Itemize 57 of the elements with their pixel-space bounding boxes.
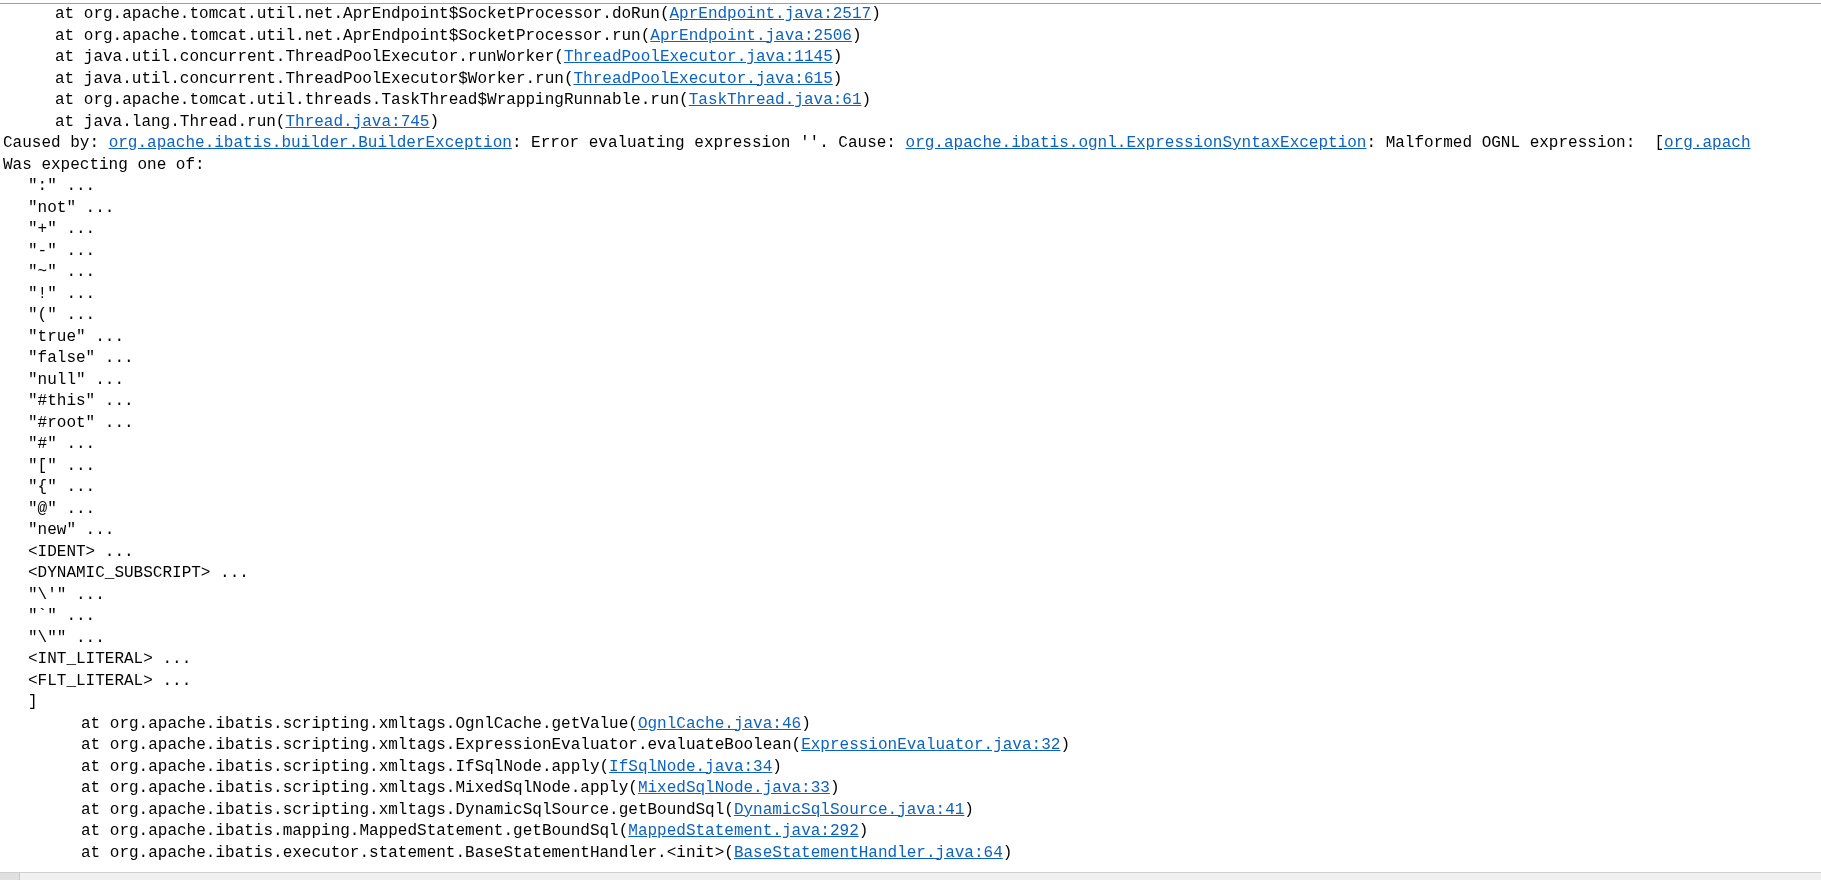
log-line: "@" ... bbox=[28, 499, 96, 518]
log-line: Was expecting one of: bbox=[3, 155, 205, 174]
source-link[interactable]: AprEndpoint.java:2506 bbox=[650, 26, 852, 45]
log-line: at org.apache.ibatis.scripting.xmltags.MixedSqlNode.apply(MixedSqlNode.java:33) bbox=[81, 779, 840, 797]
source-link[interactable]: BaseStatementHandler.java:64 bbox=[733, 843, 1003, 862]
source-link[interactable]: AprEndpoint.java:2517 bbox=[669, 5, 872, 23]
log-line: "~" ... bbox=[28, 263, 96, 281]
log-line: <INT_LITERAL> ... bbox=[28, 650, 192, 668]
source-link[interactable]: TaskThread.java:61 bbox=[688, 91, 862, 109]
source-link[interactable]: MappedStatement.java:292 bbox=[628, 822, 859, 840]
log-line: "`" ... bbox=[28, 607, 96, 625]
log-line: ":" ... bbox=[28, 177, 96, 195]
log-line: "#this" ... bbox=[28, 392, 134, 410]
source-link[interactable]: MixedSqlNode.java:33 bbox=[637, 779, 830, 797]
log-line: at org.apache.ibatis.mapping.MappedStatement.getBoundSql(MappedStatement.java:292) bbox=[81, 822, 869, 840]
log-line: <FLT_LITERAL> ... bbox=[28, 671, 192, 690]
log-line: "\"" ... bbox=[28, 628, 105, 647]
log-line: at org.apache.tomcat.util.net.AprEndpoint$SocketProcessor.doRun(AprEndpoint.java:2517) bbox=[55, 5, 881, 23]
source-link[interactable]: ThreadPoolExecutor.java:615 bbox=[573, 69, 833, 88]
log-line: at org.apache.ibatis.executor.statement.BaseStatementHandler.<init>(BaseStatementHandler.java:64) bbox=[81, 843, 1013, 862]
source-link[interactable]: ThreadPoolExecutor.java:1145 bbox=[563, 48, 833, 66]
log-line: "not" ... bbox=[28, 198, 115, 217]
log-line: at org.apache.tomcat.util.net.AprEndpoint$SocketProcessor.run(AprEndpoint.java:2506) bbox=[55, 26, 862, 45]
log-line: "-" ... bbox=[28, 241, 96, 260]
log-line: "!" ... bbox=[28, 284, 96, 303]
log-line: <IDENT> ... bbox=[28, 542, 134, 561]
log-line: at org.apache.tomcat.util.threads.TaskThread$WrappingRunnable.run(TaskThread.java:61) bbox=[55, 91, 872, 109]
log-line: at java.lang.Thread.run(Thread.java:745) bbox=[55, 112, 440, 131]
log-line: "false" ... bbox=[28, 349, 134, 367]
log-line: "{" ... bbox=[28, 478, 96, 496]
log-line: <DYNAMIC_SUBSCRIPT> ... bbox=[28, 564, 249, 582]
log-line: "null" ... bbox=[28, 370, 124, 389]
source-link[interactable]: ExpressionEvaluator.java:32 bbox=[801, 736, 1061, 754]
log-line: "(" ... bbox=[28, 306, 96, 324]
log-line: at java.util.concurrent.ThreadPoolExecutor.runWorker(ThreadPoolExecutor.java:1145) bbox=[55, 48, 843, 66]
source-link[interactable]: org.apach bbox=[1664, 134, 1751, 152]
source-link[interactable]: org.apache.ibatis.builder.BuilderException bbox=[108, 134, 512, 152]
log-line: at org.apache.ibatis.scripting.xmltags.IfSqlNode.apply(IfSqlNode.java:34) bbox=[81, 757, 782, 776]
log-line: "true" ... bbox=[28, 327, 124, 346]
source-link[interactable]: IfSqlNode.java:34 bbox=[609, 757, 773, 776]
log-line: at org.apache.ibatis.scripting.xmltags.DynamicSqlSource.getBoundSql(DynamicSqlSource.java:41) bbox=[81, 800, 974, 819]
source-link[interactable]: OgnlCache.java:46 bbox=[637, 714, 802, 733]
log-line: at org.apache.ibatis.scripting.xmltags.OgnlCache.getValue(OgnlCache.java:46) bbox=[81, 714, 811, 733]
log-line: "\'" ... bbox=[28, 585, 105, 604]
source-link[interactable]: DynamicSqlSource.java:41 bbox=[733, 800, 965, 819]
log-line: at org.apache.ibatis.scripting.xmltags.ExpressionEvaluator.evaluateBoolean(ExpressionEvaluator.java:32) bbox=[81, 736, 1070, 754]
log-line: at java.util.concurrent.ThreadPoolExecutor$Worker.run(ThreadPoolExecutor.java:615) bbox=[55, 69, 843, 88]
horizontal-scrollbar[interactable] bbox=[0, 872, 1821, 880]
source-link[interactable]: org.apache.ibatis.ognl.ExpressionSyntaxException bbox=[905, 134, 1367, 152]
source-link[interactable]: Thread.java:745 bbox=[285, 112, 430, 131]
log-line: "+" ... bbox=[28, 220, 96, 238]
log-line: "#root" ... bbox=[28, 413, 134, 432]
log-line: ] bbox=[28, 693, 38, 711]
log-line: Caused by: org.apache.ibatis.builder.BuilderException: Error evaluating expression ''. Cause: org.apache.ibatis.ognl.ExpressionSyntaxException: Malformed OGNL expression: [org.apach bbox=[3, 134, 1751, 152]
log-line: "new" ... bbox=[28, 521, 115, 539]
log-line: "#" ... bbox=[28, 435, 96, 453]
log-line: "[" ... bbox=[28, 456, 96, 475]
